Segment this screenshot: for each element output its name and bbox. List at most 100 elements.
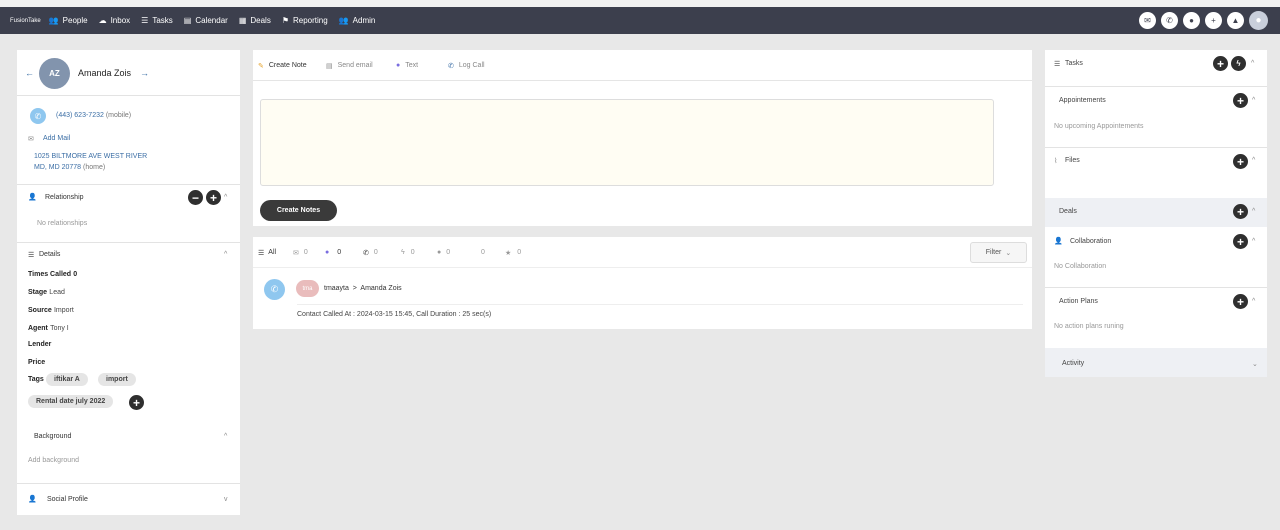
filter-text[interactable]: ● 0 [325,237,341,268]
stage-row: Stage Lead [28,289,65,296]
divider [1045,86,1267,87]
times-called-row: Times Called 0 [28,271,78,278]
chevron-up-icon[interactable]: ^ [1252,97,1255,104]
filter-calls[interactable]: ✆ 0 [363,237,378,268]
add-relationship-button[interactable]: + [206,190,221,205]
divider [1045,147,1267,148]
chevron-down-icon[interactable]: ⌄ [1252,360,1258,368]
text-icon: ● [325,249,330,256]
details-title: Details [39,251,61,258]
browser-strip [0,0,1280,7]
remove-relationship-button[interactable]: − [188,190,203,205]
nav-inbox[interactable]: ☁ Inbox [99,16,131,25]
deals-icon: ▦ [238,16,247,25]
collaboration-empty: No Collaboration [1054,263,1107,270]
filter-other[interactable]: 0 [481,237,485,268]
nav-calendar[interactable]: ▤ Calendar [184,16,228,25]
timeline-filters: ☰ All ✉ 0 ● 0 ✆ 0 ϟ0 ● 0 0 ★ 0 Filter ⌄ [253,237,1032,268]
inbox-icon: ☁ [98,16,107,25]
add-action-plan-button[interactable]: + [1233,294,1248,309]
bell-icon[interactable]: ▲ [1227,12,1244,29]
contact-name: Amanda Zois [78,68,132,78]
filter-starred[interactable]: ★ 0 [505,237,521,268]
star-icon: ★ [505,249,512,257]
chevron-up-icon[interactable]: ^ [1252,208,1255,215]
email-icon: ▤ [326,62,333,70]
contact-phone[interactable]: (443) 623-7232 (mobile) [56,112,131,119]
nav-admin[interactable]: 👥 Admin [339,16,376,25]
chat-icon: ● [437,249,442,256]
person-icon: 👤 [28,194,37,201]
relationship-title: Relationship [45,194,84,201]
mail-icon[interactable]: ✉ [1139,12,1156,29]
timeline-entry-header[interactable]: tmaayta > Amanda Zois [324,285,402,292]
tags-label: Tags [28,376,44,383]
add-appointment-button[interactable]: + [1233,93,1248,108]
add-mail-link[interactable]: Add Mail [43,135,70,142]
create-notes-button[interactable]: Create Notes [260,200,337,221]
divider [17,184,240,185]
tab-log-call[interactable]: ✆ Log Call [448,50,485,81]
tag-chip[interactable]: Rental date july 2022 [28,395,114,408]
nav-tasks[interactable]: ☰ Tasks [141,16,173,25]
details-list-icon: ☰ [28,252,35,259]
background-title: Background [34,433,72,440]
chevron-down-icon[interactable]: v [224,496,228,503]
note-textarea[interactable] [260,99,994,186]
filter-all[interactable]: ☰ All [258,237,276,268]
filter-button[interactable]: Filter ⌄ [970,242,1027,263]
tab-create-note[interactable]: ✎ Create Note [258,50,307,81]
chevron-up-icon[interactable]: ^ [224,251,227,258]
next-contact-icon[interactable]: → [140,68,149,78]
social-profile-title: Social Profile [47,496,88,503]
prev-contact-icon[interactable]: ← [25,68,34,78]
tab-send-email[interactable]: ▤ Send email [326,50,373,81]
filter-email[interactable]: ✉ 0 [293,237,308,268]
background-input[interactable]: Add background [28,457,79,464]
phone-icon[interactable]: ✆ [1161,12,1178,29]
chat-icon[interactable]: ● [1183,12,1200,29]
appointments-title: Appointements [1059,97,1106,104]
deals-title: Deals [1059,208,1077,215]
calendar-icon: ▤ [183,16,192,25]
divider [297,304,1023,305]
chevron-up-icon[interactable]: ^ [1252,238,1255,245]
user-avatar-icon[interactable]: ● [1249,11,1268,30]
tab-text[interactable]: ● Text [396,50,418,81]
add-deal-button[interactable]: + [1233,204,1248,219]
chevron-up-icon[interactable]: ^ [1252,298,1255,305]
tag-chip[interactable]: iftikar A [46,373,88,386]
address-line2[interactable]: MD, MD 20778 (home) [34,164,105,171]
relationship-empty: No relationships [37,220,88,227]
nav-deals[interactable]: ▦ Deals [239,16,271,25]
person-icon: 👤 [28,496,37,503]
chevron-up-icon[interactable]: ^ [1251,60,1254,67]
add-file-button[interactable]: + [1233,154,1248,169]
files-title: Files [1065,157,1080,164]
tag-chip[interactable]: import [98,373,136,386]
price-label[interactable]: Price [28,359,45,366]
add-collaborator-button[interactable]: + [1233,234,1248,249]
bolt-icon[interactable]: ϟ [1231,56,1246,71]
chevron-up-icon[interactable]: ^ [1252,157,1255,164]
contact-panel: ← AZ Amanda Zois → ✆ (443) 623-7232 (mob… [17,50,240,515]
add-user-icon[interactable]: + [1205,12,1222,29]
nav-people[interactable]: 👥 People [49,16,88,25]
add-tag-button[interactable]: + [129,395,144,410]
chevron-up-icon[interactable]: ^ [224,433,227,440]
chevron-up-icon[interactable]: ^ [224,194,227,201]
lender-label[interactable]: Lender [28,341,51,348]
phone-icon[interactable]: ✆ [30,108,46,124]
app-logo[interactable]: FusionTake [10,18,41,24]
add-task-button[interactable]: + [1213,56,1228,71]
agent-row: Agent Tony I [28,325,69,332]
nav-reporting[interactable]: ⚑ Reporting [282,16,328,25]
filter-chats[interactable]: ● 0 [437,237,450,268]
timeline-entry-detail: Contact Called At : 2024-03-15 15:45, Ca… [297,311,492,318]
text-icon: ● [396,62,401,69]
address-line1[interactable]: 1025 BILTMORE AVE WEST RIVER [34,153,147,160]
divider [17,242,240,243]
filter-actions[interactable]: ϟ0 [401,237,415,268]
tasks-icon: ☰ [141,16,149,25]
composer-tabs: ✎ Create Note ▤ Send email ● Text ✆ Log Call [253,50,1032,81]
